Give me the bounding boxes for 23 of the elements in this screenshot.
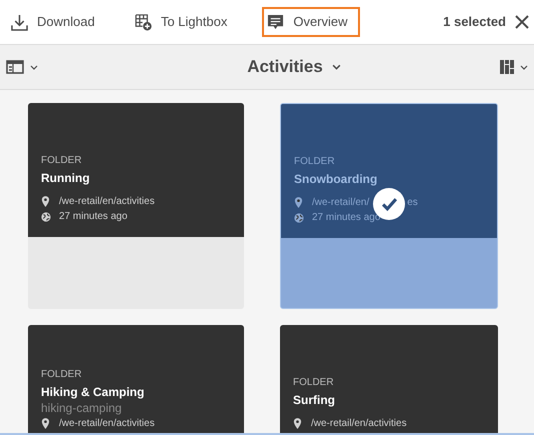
folder-path: /we-retail/en/activities (311, 417, 407, 431)
selection-count: 1 selected (443, 13, 506, 32)
folder-name: hiking-camping (41, 400, 123, 416)
item-type: FOLDER (294, 155, 336, 169)
folder-title: Hiking & Camping (41, 384, 146, 400)
toolbar-button[interactable]: Download (6, 7, 100, 37)
folder-path: /we-retail/en/ (312, 196, 370, 210)
folder-title: Surfing (293, 392, 336, 408)
folder-card[interactable]: FOLDER Hiking & Camping hiking-camping /we-retail/en/activities (28, 325, 244, 435)
folder-card[interactable]: FOLDER Running /we-retail/en/activities 27 minutes ago (28, 103, 244, 309)
title-dropdown[interactable]: Activities (197, 54, 341, 80)
folder-title: Snowboarding (294, 171, 378, 187)
toolbar-button[interactable]: Overview (262, 7, 360, 37)
item-type: FOLDER (41, 368, 83, 382)
folder-path: es (407, 196, 418, 210)
folder-card[interactable]: FOLDER Surfing /we-retail/en/activities (280, 325, 498, 435)
item-type: FOLDER (293, 376, 335, 390)
toolbar-button[interactable]: To Lightbox (130, 7, 232, 37)
folder-path: /we-retail/en/activities (59, 195, 155, 209)
folder-title: Running (41, 170, 91, 186)
item-type: FOLDER (41, 154, 83, 168)
folder-path: /we-retail/en/activities (59, 417, 155, 431)
modified-time: 27 minutes ago (59, 210, 128, 224)
